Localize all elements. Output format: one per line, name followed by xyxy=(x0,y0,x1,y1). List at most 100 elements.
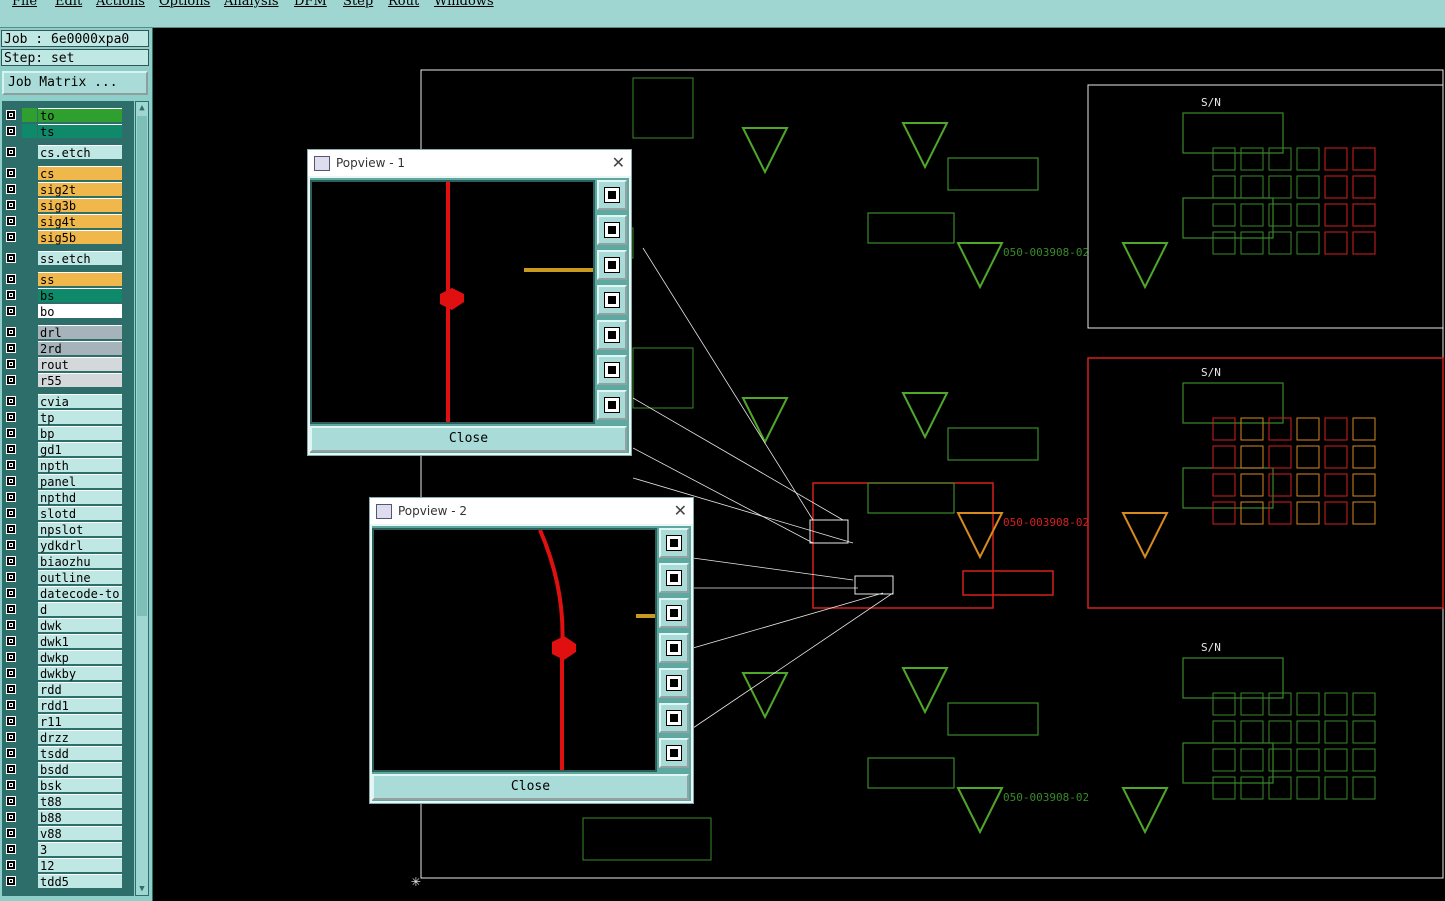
zoom-in-icon[interactable] xyxy=(597,355,627,385)
layer-row[interactable]: rdd1 xyxy=(2,697,134,713)
layer-row[interactable]: outline xyxy=(2,569,134,585)
layer-checkbox[interactable] xyxy=(6,476,16,486)
layer-checkbox[interactable] xyxy=(6,428,16,438)
layer-checkbox[interactable] xyxy=(6,652,16,662)
layer-row[interactable]: dwkby xyxy=(2,665,134,681)
layer-checkbox[interactable] xyxy=(6,460,16,470)
scroll-up-icon[interactable]: ▲ xyxy=(137,103,147,113)
menu-actions[interactable]: Actions xyxy=(96,0,145,9)
layer-checkbox[interactable] xyxy=(6,306,16,316)
layer-checkbox[interactable] xyxy=(6,343,16,353)
layer-row[interactable]: tsdd xyxy=(2,745,134,761)
layer-name[interactable]: ydkdrl xyxy=(38,538,122,553)
layer-row[interactable]: slotd xyxy=(2,505,134,521)
layer-row[interactable]: npthd xyxy=(2,489,134,505)
layer-row[interactable]: cvia xyxy=(2,393,134,409)
zoom-out-icon[interactable] xyxy=(659,738,689,768)
layer-name[interactable]: cs.etch xyxy=(38,145,122,160)
layer-name[interactable]: tsdd xyxy=(38,746,122,761)
layer-name[interactable]: sig4t xyxy=(38,214,122,229)
layer-name[interactable]: datecode-to xyxy=(38,586,122,601)
layer-row[interactable]: bo xyxy=(2,303,134,319)
popview-1-close-button[interactable]: Close xyxy=(310,426,627,452)
layer-name[interactable]: tp xyxy=(38,410,122,425)
layer-row[interactable]: 12 xyxy=(2,857,134,873)
layer-checkbox[interactable] xyxy=(6,524,16,534)
popview-2-canvas[interactable] xyxy=(372,528,657,772)
layer-name[interactable]: d xyxy=(38,602,122,617)
layer-name[interactable]: 3 xyxy=(38,842,122,857)
layer-name[interactable]: npth xyxy=(38,458,122,473)
layer-name[interactable]: dwkby xyxy=(38,666,122,681)
layer-checkbox[interactable] xyxy=(6,668,16,678)
layer-checkbox[interactable] xyxy=(6,253,16,263)
layer-name[interactable]: slotd xyxy=(38,506,122,521)
layer-checkbox[interactable] xyxy=(6,290,16,300)
layer-row[interactable]: rout xyxy=(2,356,134,372)
layer-row[interactable]: npslot xyxy=(2,521,134,537)
layer-checkbox[interactable] xyxy=(6,147,16,157)
layer-checkbox[interactable] xyxy=(6,604,16,614)
zoom-out-icon[interactable] xyxy=(597,390,627,420)
layer-checkbox[interactable] xyxy=(6,588,16,598)
layer-row[interactable]: datecode-to xyxy=(2,585,134,601)
pan-right-icon[interactable] xyxy=(597,320,627,350)
pan-left-icon[interactable] xyxy=(659,633,689,663)
layer-name[interactable]: r55 xyxy=(38,373,122,388)
layer-checkbox[interactable] xyxy=(6,860,16,870)
layer-checkbox[interactable] xyxy=(6,764,16,774)
layer-name[interactable]: tdd5 xyxy=(38,874,122,889)
layer-checkbox[interactable] xyxy=(6,700,16,710)
layer-list-scrollbar[interactable]: ▲ ▼ xyxy=(135,101,149,896)
layer-row[interactable]: rdd xyxy=(2,681,134,697)
layer-name[interactable]: b88 xyxy=(38,810,122,825)
layer-name[interactable]: biaozhu xyxy=(38,554,122,569)
menu-analysis[interactable]: Analysis xyxy=(224,0,279,9)
layer-row[interactable]: bsdd xyxy=(2,761,134,777)
layer-checkbox[interactable] xyxy=(6,876,16,886)
layer-name[interactable]: drl xyxy=(38,325,122,340)
pan-down-icon[interactable] xyxy=(597,250,627,280)
pan-up-icon[interactable] xyxy=(597,215,627,245)
menu-step[interactable]: Step xyxy=(343,0,373,9)
layer-name[interactable]: bp xyxy=(38,426,122,441)
layer-name[interactable]: to xyxy=(38,108,122,123)
layer-row[interactable]: sig4t xyxy=(2,213,134,229)
popview-2-titlebar[interactable]: Popview - 2 ✕ xyxy=(370,498,693,524)
layer-row[interactable]: dwk xyxy=(2,617,134,633)
layer-row[interactable]: to xyxy=(2,107,134,123)
layer-row[interactable]: bp xyxy=(2,425,134,441)
close-icon[interactable]: ✕ xyxy=(674,498,687,524)
layer-checkbox[interactable] xyxy=(6,200,16,210)
layer-row[interactable]: biaozhu xyxy=(2,553,134,569)
layer-name[interactable]: cs xyxy=(38,166,122,181)
pan-down-icon[interactable] xyxy=(659,598,689,628)
layer-checkbox[interactable] xyxy=(6,274,16,284)
popview-1-titlebar[interactable]: Popview - 1 ✕ xyxy=(308,150,631,176)
menu-dfm[interactable]: DFM xyxy=(294,0,327,9)
layer-checkbox[interactable] xyxy=(6,375,16,385)
layer-checkbox[interactable] xyxy=(6,620,16,630)
scroll-down-icon[interactable]: ▼ xyxy=(137,884,147,894)
menu-rout[interactable]: Rout xyxy=(388,0,419,9)
layer-name[interactable]: gd1 xyxy=(38,442,122,457)
layer-name[interactable]: sig3b xyxy=(38,198,122,213)
layer-checkbox[interactable] xyxy=(6,732,16,742)
layer-name[interactable]: dwk xyxy=(38,618,122,633)
layer-name[interactable]: ts xyxy=(38,124,122,139)
layer-name[interactable]: cvia xyxy=(38,394,122,409)
layer-checkbox[interactable] xyxy=(6,444,16,454)
layer-checkbox[interactable] xyxy=(6,828,16,838)
layer-row[interactable]: cs.etch xyxy=(2,144,134,160)
layer-name[interactable]: bo xyxy=(38,304,122,319)
layer-name[interactable]: bsdd xyxy=(38,762,122,777)
layer-name[interactable]: npslot xyxy=(38,522,122,537)
layer-name[interactable]: 2rd xyxy=(38,341,122,356)
layer-row[interactable]: drzz xyxy=(2,729,134,745)
layer-checkbox[interactable] xyxy=(6,540,16,550)
layer-row[interactable]: ss xyxy=(2,271,134,287)
layer-row[interactable]: bsk xyxy=(2,777,134,793)
layer-row[interactable]: tdd5 xyxy=(2,873,134,889)
menu-edit[interactable]: Edit xyxy=(55,0,82,9)
layer-checkbox[interactable] xyxy=(6,748,16,758)
